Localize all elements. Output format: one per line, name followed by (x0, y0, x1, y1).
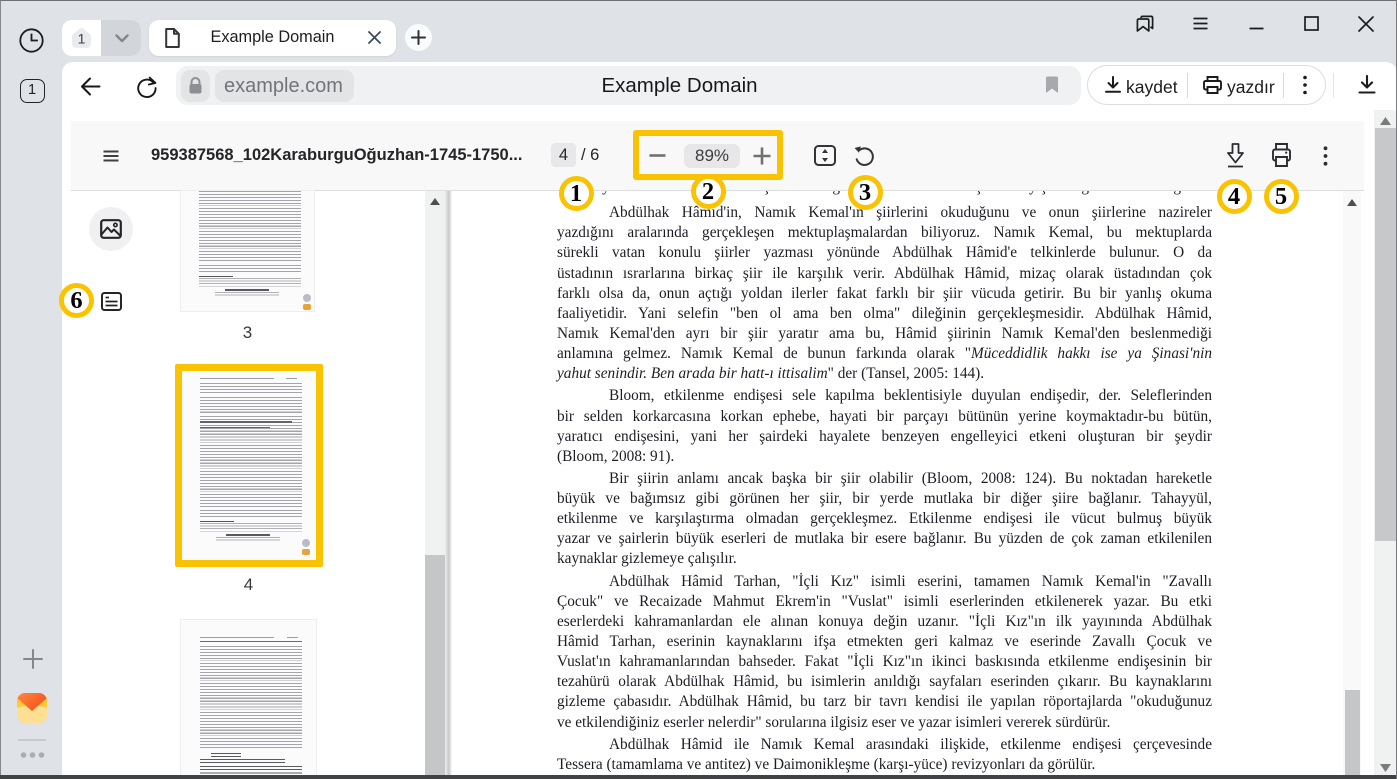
svg-text:1: 1 (78, 31, 86, 47)
